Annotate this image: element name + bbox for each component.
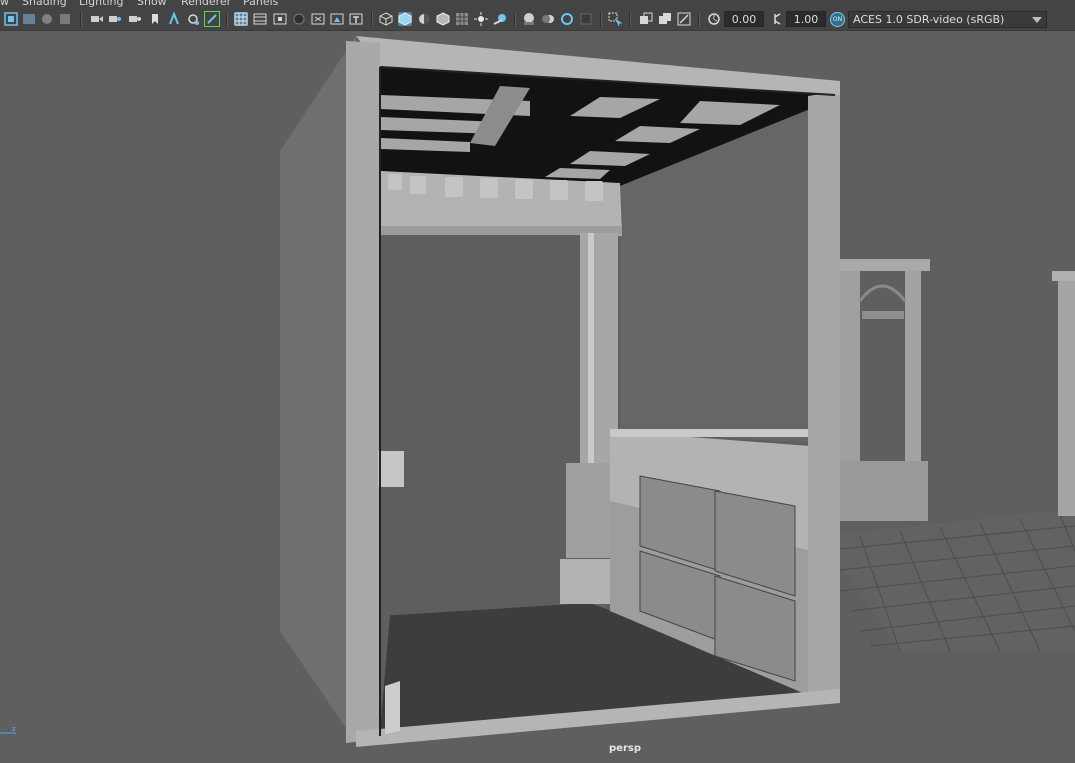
xray-active-components-icon[interactable] xyxy=(658,12,672,26)
left-frame-post xyxy=(346,41,380,743)
paint-brush-icon[interactable] xyxy=(204,11,220,27)
camera-2d-pan-icon[interactable] xyxy=(108,12,122,26)
svg-text:z: z xyxy=(12,725,16,733)
color-management-toggle[interactable]: ON xyxy=(830,12,845,27)
gamma-icon[interactable] xyxy=(770,12,784,26)
film-gate-icon[interactable] xyxy=(253,12,267,26)
bookmark-icon[interactable] xyxy=(148,12,162,26)
motion-blur-icon[interactable] xyxy=(541,12,555,26)
wireframe-icon[interactable] xyxy=(379,12,393,26)
scene-geometry xyxy=(280,36,1075,747)
safe-action-icon[interactable] xyxy=(330,12,344,26)
menu-renderer[interactable]: Renderer xyxy=(181,0,231,8)
xray-joints-icon[interactable] xyxy=(677,12,691,26)
panel-toolbar: 0.00 1.00 ON ACES 1.0 SDR-video (sRGB) xyxy=(0,8,1075,31)
textured-icon[interactable] xyxy=(455,12,469,26)
isolate-select-icon[interactable] xyxy=(608,12,622,26)
menu-panels[interactable]: Panels xyxy=(243,0,278,8)
depth-of-field-icon[interactable] xyxy=(579,12,593,26)
perspective-viewport[interactable]: z persp xyxy=(0,31,1075,763)
menu-shading[interactable]: Shading xyxy=(22,0,67,8)
move-tool-icon[interactable] xyxy=(186,12,200,26)
use-all-lights-icon[interactable] xyxy=(474,12,488,26)
xray-icon[interactable] xyxy=(639,12,653,26)
view-transform-value: ACES 1.0 SDR-video (sRGB) xyxy=(853,13,1005,26)
camera-attributes-icon[interactable] xyxy=(40,12,54,26)
gate-mask-icon[interactable] xyxy=(292,12,306,26)
axis-gizmo-icon: z xyxy=(0,725,16,734)
camera-name-label: persp xyxy=(609,743,641,754)
wireframe-on-shaded-icon[interactable] xyxy=(436,12,450,26)
background-portico xyxy=(838,259,1075,521)
exposure-icon[interactable] xyxy=(707,12,721,26)
menu-lighting[interactable]: Lighting xyxy=(79,0,123,8)
snap-icon[interactable] xyxy=(167,12,181,26)
safe-title-icon[interactable] xyxy=(349,12,363,26)
resolution-gate-icon[interactable] xyxy=(273,12,287,26)
ground-grid xyxy=(819,509,1075,652)
gamma-field[interactable]: 1.00 xyxy=(786,11,826,27)
lock-camera-icon[interactable] xyxy=(22,12,36,26)
smooth-shade-icon[interactable] xyxy=(398,12,412,26)
select-camera-icon[interactable] xyxy=(4,12,18,26)
field-chart-icon[interactable] xyxy=(311,12,325,26)
grease-pencil-icon[interactable] xyxy=(128,12,142,26)
image-plane-icon[interactable] xyxy=(90,12,104,26)
anti-aliasing-icon[interactable] xyxy=(560,12,574,26)
view-transform-select[interactable]: ACES 1.0 SDR-video (sRGB) xyxy=(848,11,1047,28)
menu-bar: w Shading Lighting Show Renderer Panels xyxy=(0,0,1075,8)
left-wall-side xyxy=(280,36,356,743)
ambient-occlusion-icon[interactable] xyxy=(522,12,536,26)
right-frame-post xyxy=(808,91,840,696)
shadows-icon[interactable] xyxy=(493,12,507,26)
menu-view[interactable]: w xyxy=(0,0,9,8)
default-material-icon[interactable] xyxy=(417,12,431,26)
bookmarks-icon[interactable] xyxy=(58,12,72,26)
exposure-field[interactable]: 0.00 xyxy=(724,11,764,27)
chevron-down-icon xyxy=(1032,17,1042,23)
grid-icon[interactable] xyxy=(234,12,248,26)
menu-show[interactable]: Show xyxy=(137,0,167,8)
